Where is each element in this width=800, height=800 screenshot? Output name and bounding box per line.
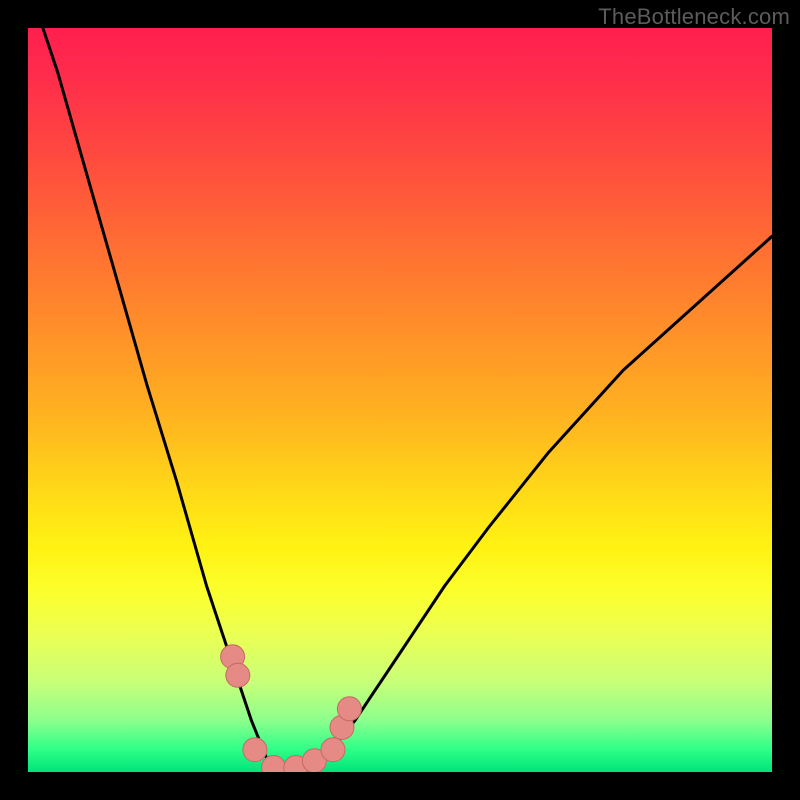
plot-area xyxy=(28,28,772,772)
bottleneck-curve xyxy=(28,28,772,772)
marker-point xyxy=(321,738,345,762)
attribution-text: TheBottleneck.com xyxy=(598,4,790,30)
highlight-markers xyxy=(221,645,362,772)
marker-point xyxy=(226,663,250,687)
chart-frame: TheBottleneck.com xyxy=(0,0,800,800)
marker-point xyxy=(243,738,267,762)
curve-layer xyxy=(28,28,772,772)
marker-point xyxy=(337,697,361,721)
